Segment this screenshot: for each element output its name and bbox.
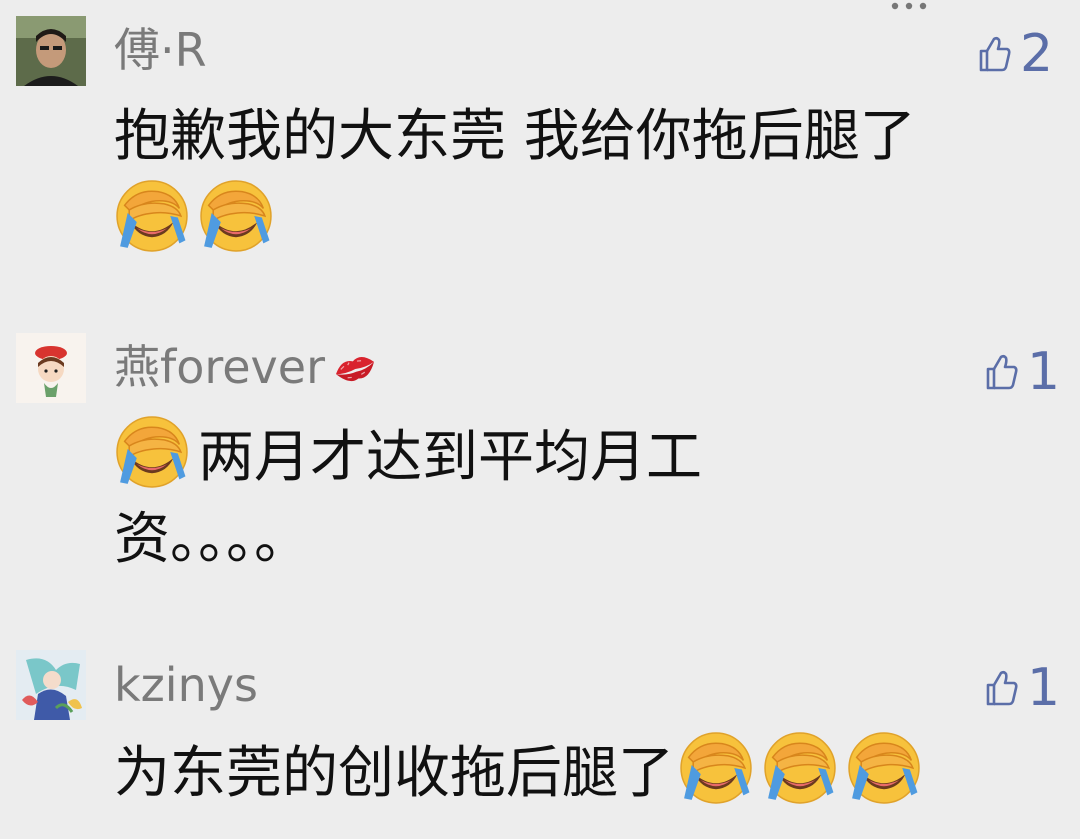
comment-text-line: 资。。。。 [114, 507, 310, 572]
thumb-up-icon [985, 669, 1019, 707]
username-text: 傅·R [114, 23, 207, 77]
comment-emoji-row [114, 178, 916, 260]
comment-text-segment: 为东莞的创收拖后腿了 [114, 741, 674, 806]
face-palm-laugh-icon [846, 730, 922, 806]
like-button[interactable]: 1 [985, 662, 1060, 714]
face-palm-laugh-icon [678, 730, 754, 806]
user-avatar[interactable] [16, 333, 86, 403]
like-count: 1 [1027, 658, 1061, 718]
like-button[interactable]: 1 [985, 346, 1060, 398]
username[interactable]: kzinys [114, 662, 258, 708]
username[interactable]: 燕forever [114, 344, 379, 390]
username-text: kzinys [114, 658, 258, 712]
face-palm-laugh-icon [114, 414, 190, 490]
kiss-lips-icon [331, 349, 379, 387]
username-text: 燕forever [114, 340, 325, 394]
comment-text-line: 两月才达到平均月工 [114, 414, 702, 499]
face-palm-laugh-icon [762, 730, 838, 806]
comment-text: 两月才达到平均月工 资。。。。 [114, 414, 702, 581]
man-portrait-avatar-icon [16, 16, 86, 86]
comment-text-line: 抱歉我的大东莞 我给你拖后腿了 [114, 104, 916, 169]
face-palm-laugh-icon [114, 178, 190, 254]
like-count: 1 [1027, 342, 1061, 402]
comment-text-segment: 两月才达到平均月工 [198, 425, 702, 490]
username[interactable]: 傅·R [114, 27, 207, 73]
like-count: 2 [1020, 24, 1054, 84]
anime-character-avatar-icon [16, 650, 86, 720]
comment-text: 抱歉我的大东莞 我给你拖后腿了 [114, 96, 916, 260]
comment-text-line: 为东莞的创收拖后腿了 [114, 730, 930, 815]
thumb-up-icon [985, 353, 1019, 391]
more-dots-icon[interactable] [889, 0, 929, 12]
cartoon-girl-red-hat-avatar-icon [16, 333, 86, 403]
comment-text: 为东莞的创收拖后腿了 [114, 730, 930, 815]
user-avatar[interactable] [16, 650, 86, 720]
thumb-up-icon [978, 35, 1012, 73]
like-button[interactable]: 2 [978, 28, 1053, 80]
user-avatar[interactable] [16, 16, 86, 86]
face-palm-laugh-icon [198, 178, 274, 254]
